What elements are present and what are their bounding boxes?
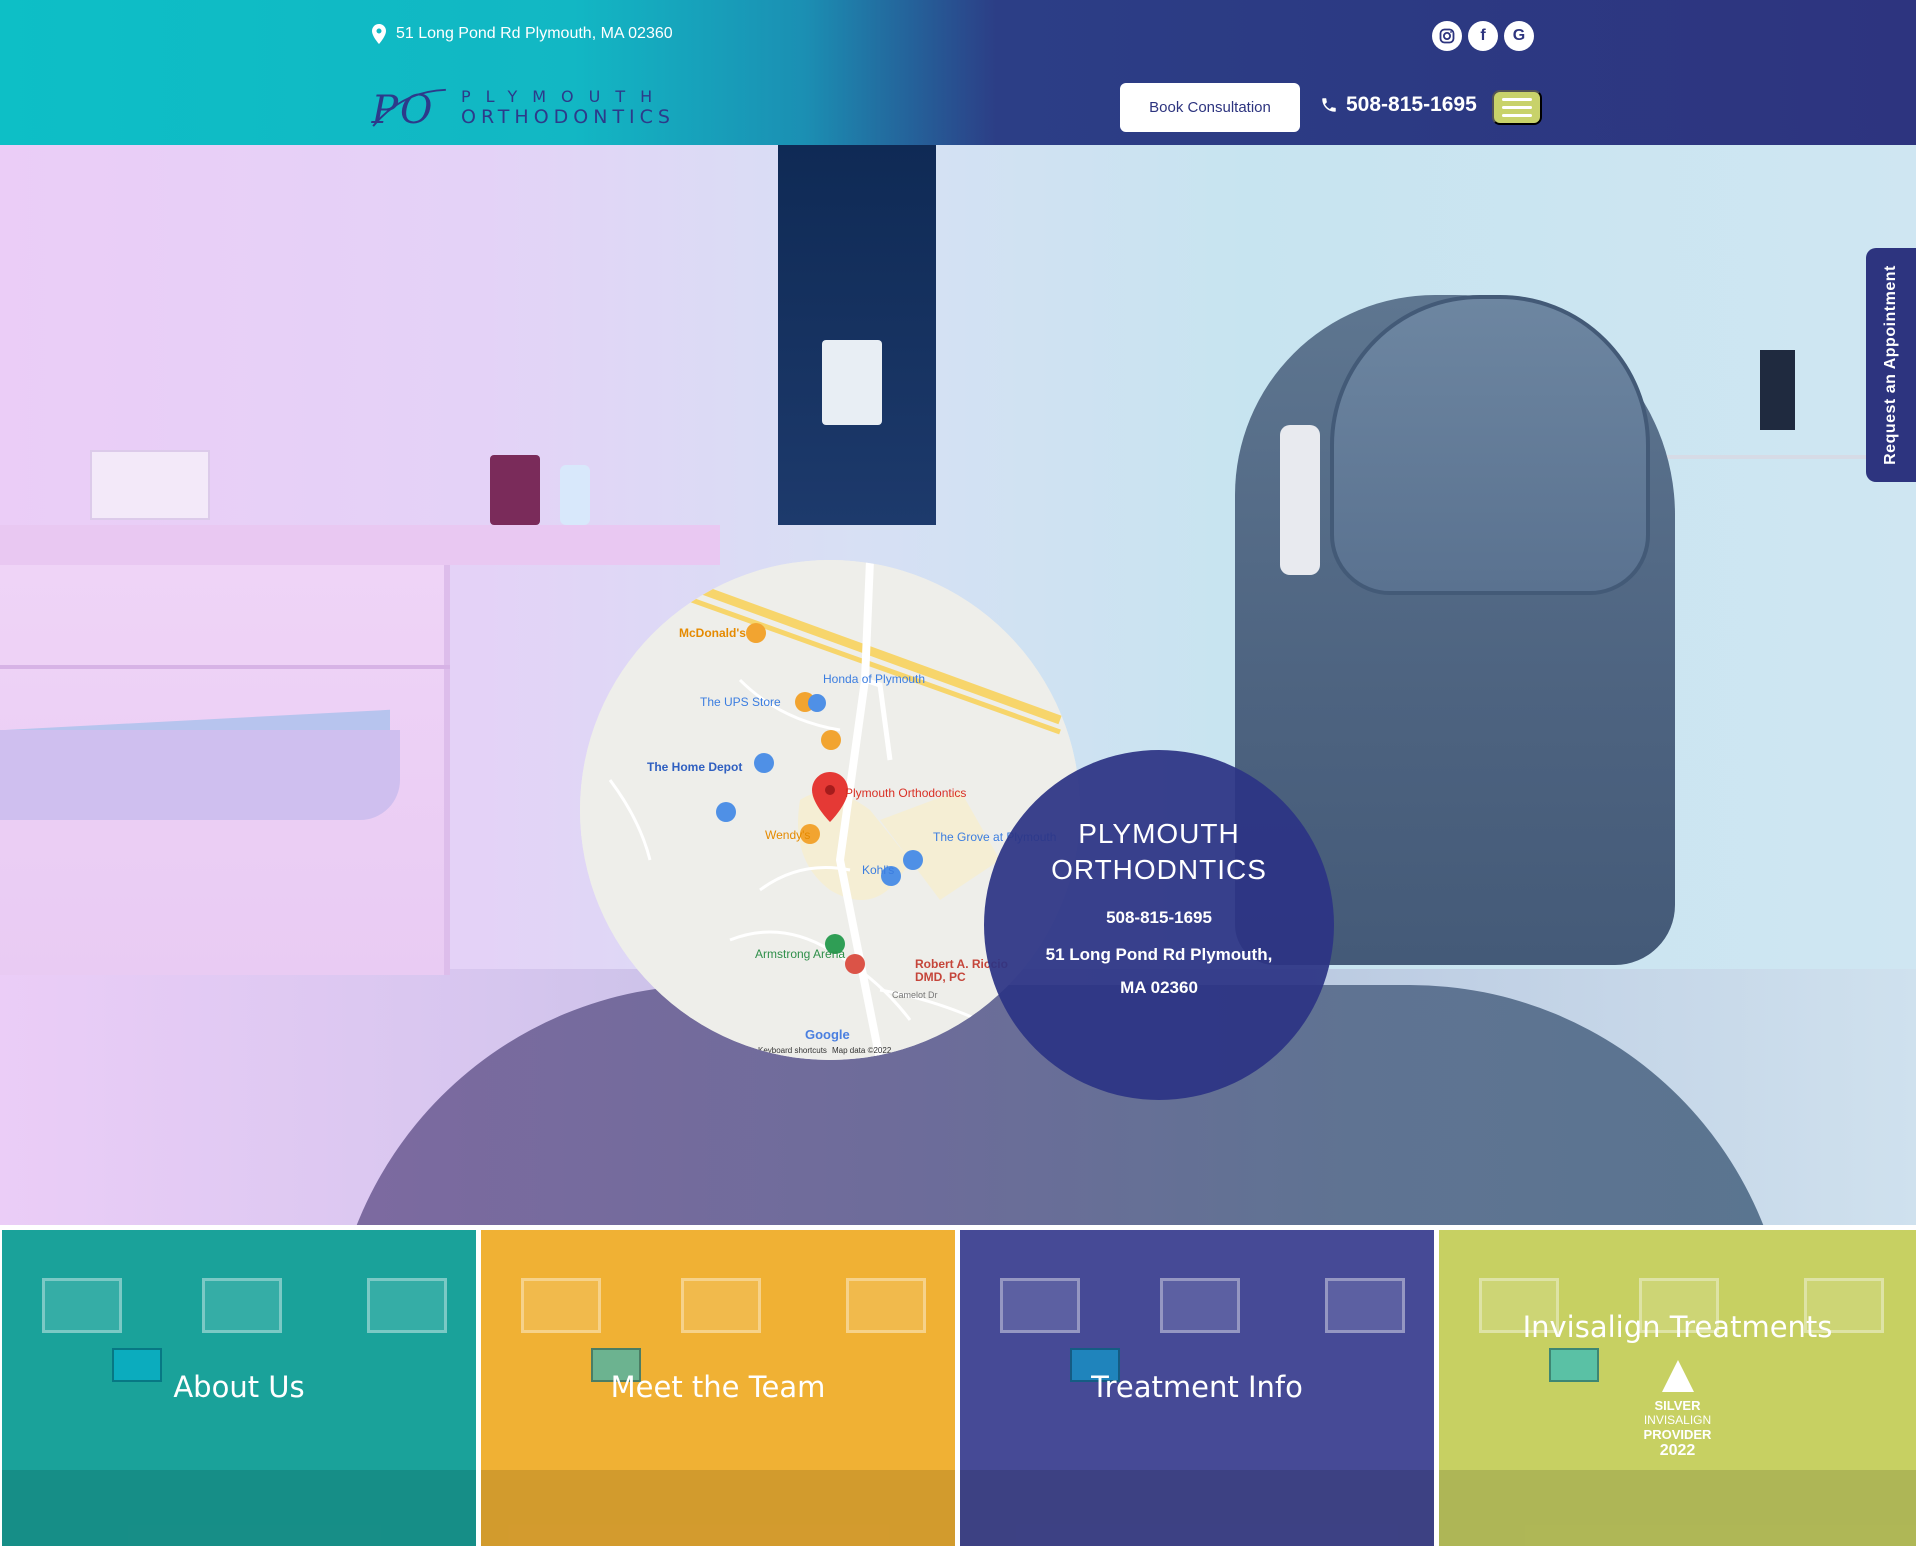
map-label-robert-2: DMD, PC — [915, 970, 966, 984]
map-label-wendys: Wendy's — [765, 828, 811, 842]
svg-text:O: O — [400, 87, 432, 133]
logo-line-2: ORTHODONTICS — [461, 106, 675, 128]
map-label-home-depot: The Home Depot — [647, 760, 743, 774]
tile-label-treatment-info: Treatment Info — [1091, 1370, 1303, 1404]
header-address-text: 51 Long Pond Rd Plymouth, MA 02360 — [396, 25, 673, 42]
map-label-plymouth-ortho: Plymouth Orthodontics — [845, 786, 967, 800]
book-consultation-button[interactable]: Book Consultation — [1120, 83, 1300, 132]
tile-label-about-us: About Us — [173, 1370, 305, 1404]
phone-icon — [1322, 98, 1336, 112]
site-logo[interactable]: P O PLYMOUTH ORTHODONTICS — [370, 78, 675, 138]
invisalign-provider-badge: SILVER INVISALIGN PROVIDER 2022 — [1638, 1360, 1718, 1460]
map-data-credit[interactable]: Map data ©2022 — [832, 1046, 891, 1055]
feature-tiles: About Us Meet the Team Treatment Info In… — [0, 1225, 1916, 1546]
hero-section: McDonald's Honda of Plymouth The UPS Sto… — [0, 145, 1916, 1225]
info-address[interactable]: 51 Long Pond Rd Plymouth, MA 02360 — [1039, 938, 1279, 1004]
tile-label-invisalign: Invisalign Treatments — [1522, 1310, 1833, 1344]
logo-text: PLYMOUTH ORTHODONTICS — [461, 89, 675, 127]
google-icon[interactable]: G — [1504, 21, 1534, 51]
header-phone-text: 508-815-1695 — [1346, 93, 1477, 116]
map-label-mcdonalds: McDonald's — [679, 626, 746, 640]
map-label-ups: The UPS Store — [700, 695, 781, 709]
logo-line-1: PLYMOUTH — [461, 87, 668, 106]
tile-about-us[interactable]: About Us — [2, 1230, 476, 1546]
practice-name: PLYMOUTH ORTHODNTICS — [1051, 818, 1267, 885]
header-address[interactable]: 51 Long Pond Rd Plymouth, MA 02360 — [372, 24, 673, 44]
invisalign-logo-icon — [1661, 1360, 1694, 1392]
map-label-kohls: Kohl's — [862, 863, 895, 877]
contact-info-circle: PLYMOUTH ORTHODNTICS 508-815-1695 51 Lon… — [984, 750, 1334, 1100]
tile-meet-the-team[interactable]: Meet the Team — [481, 1230, 955, 1546]
map-label-honda: Honda of Plymouth — [823, 672, 926, 686]
tile-invisalign-treatments[interactable]: Invisalign Treatments SILVER INVISALIGN … — [1439, 1230, 1916, 1546]
facebook-icon[interactable]: f — [1468, 21, 1498, 51]
location-pin-icon — [372, 24, 386, 44]
logo-monogram-icon: P O — [371, 87, 446, 133]
info-phone[interactable]: 508-815-1695 — [1106, 908, 1212, 928]
instagram-icon[interactable] — [1432, 21, 1462, 51]
map-label-armstrong: Armstrong Arena — [755, 947, 846, 961]
header-phone-link[interactable]: 508-815-1695 — [1320, 93, 1477, 117]
map-google-logo: Google — [805, 1027, 850, 1042]
social-links: f G — [1432, 21, 1534, 51]
site-header: 51 Long Pond Rd Plymouth, MA 02360 f G P… — [0, 0, 1916, 145]
tile-treatment-info[interactable]: Treatment Info — [960, 1230, 1434, 1546]
map-label-camelot: Camelot Dr — [892, 990, 938, 1000]
map-keyboard-shortcuts[interactable]: Keyboard shortcuts — [758, 1046, 827, 1055]
request-appointment-tab[interactable]: Request an Appointment — [1866, 248, 1916, 482]
hamburger-menu-icon[interactable] — [1492, 90, 1542, 125]
svg-text:P: P — [371, 87, 400, 133]
tile-label-meet-the-team: Meet the Team — [610, 1370, 826, 1404]
